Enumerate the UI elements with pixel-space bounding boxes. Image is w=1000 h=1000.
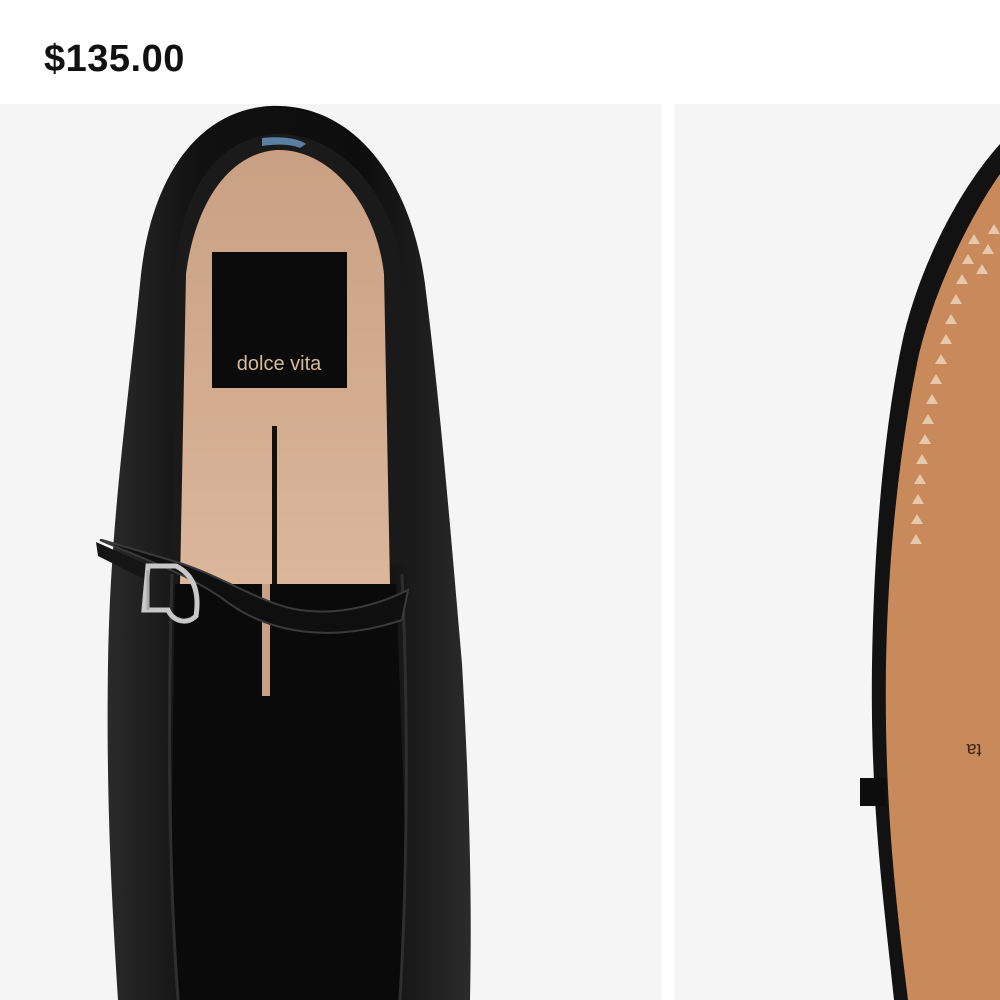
insole-brand-label: dolce vita bbox=[237, 353, 322, 375]
shoe-top-view-image: dolce vita bbox=[96, 105, 471, 1000]
gallery-slide-sole-view[interactable]: ta bbox=[674, 104, 1000, 1000]
gallery-slide-top-view[interactable]: dolce vita bbox=[0, 104, 662, 1000]
product-image-gallery[interactable]: dolce vita ta bbox=[0, 104, 1000, 1000]
price-header: $135.00 bbox=[0, 0, 1000, 104]
shoe-sole-view-image: ta bbox=[860, 144, 1000, 1000]
sole-brand-text: ta bbox=[966, 740, 982, 760]
product-price: $135.00 bbox=[44, 38, 185, 80]
